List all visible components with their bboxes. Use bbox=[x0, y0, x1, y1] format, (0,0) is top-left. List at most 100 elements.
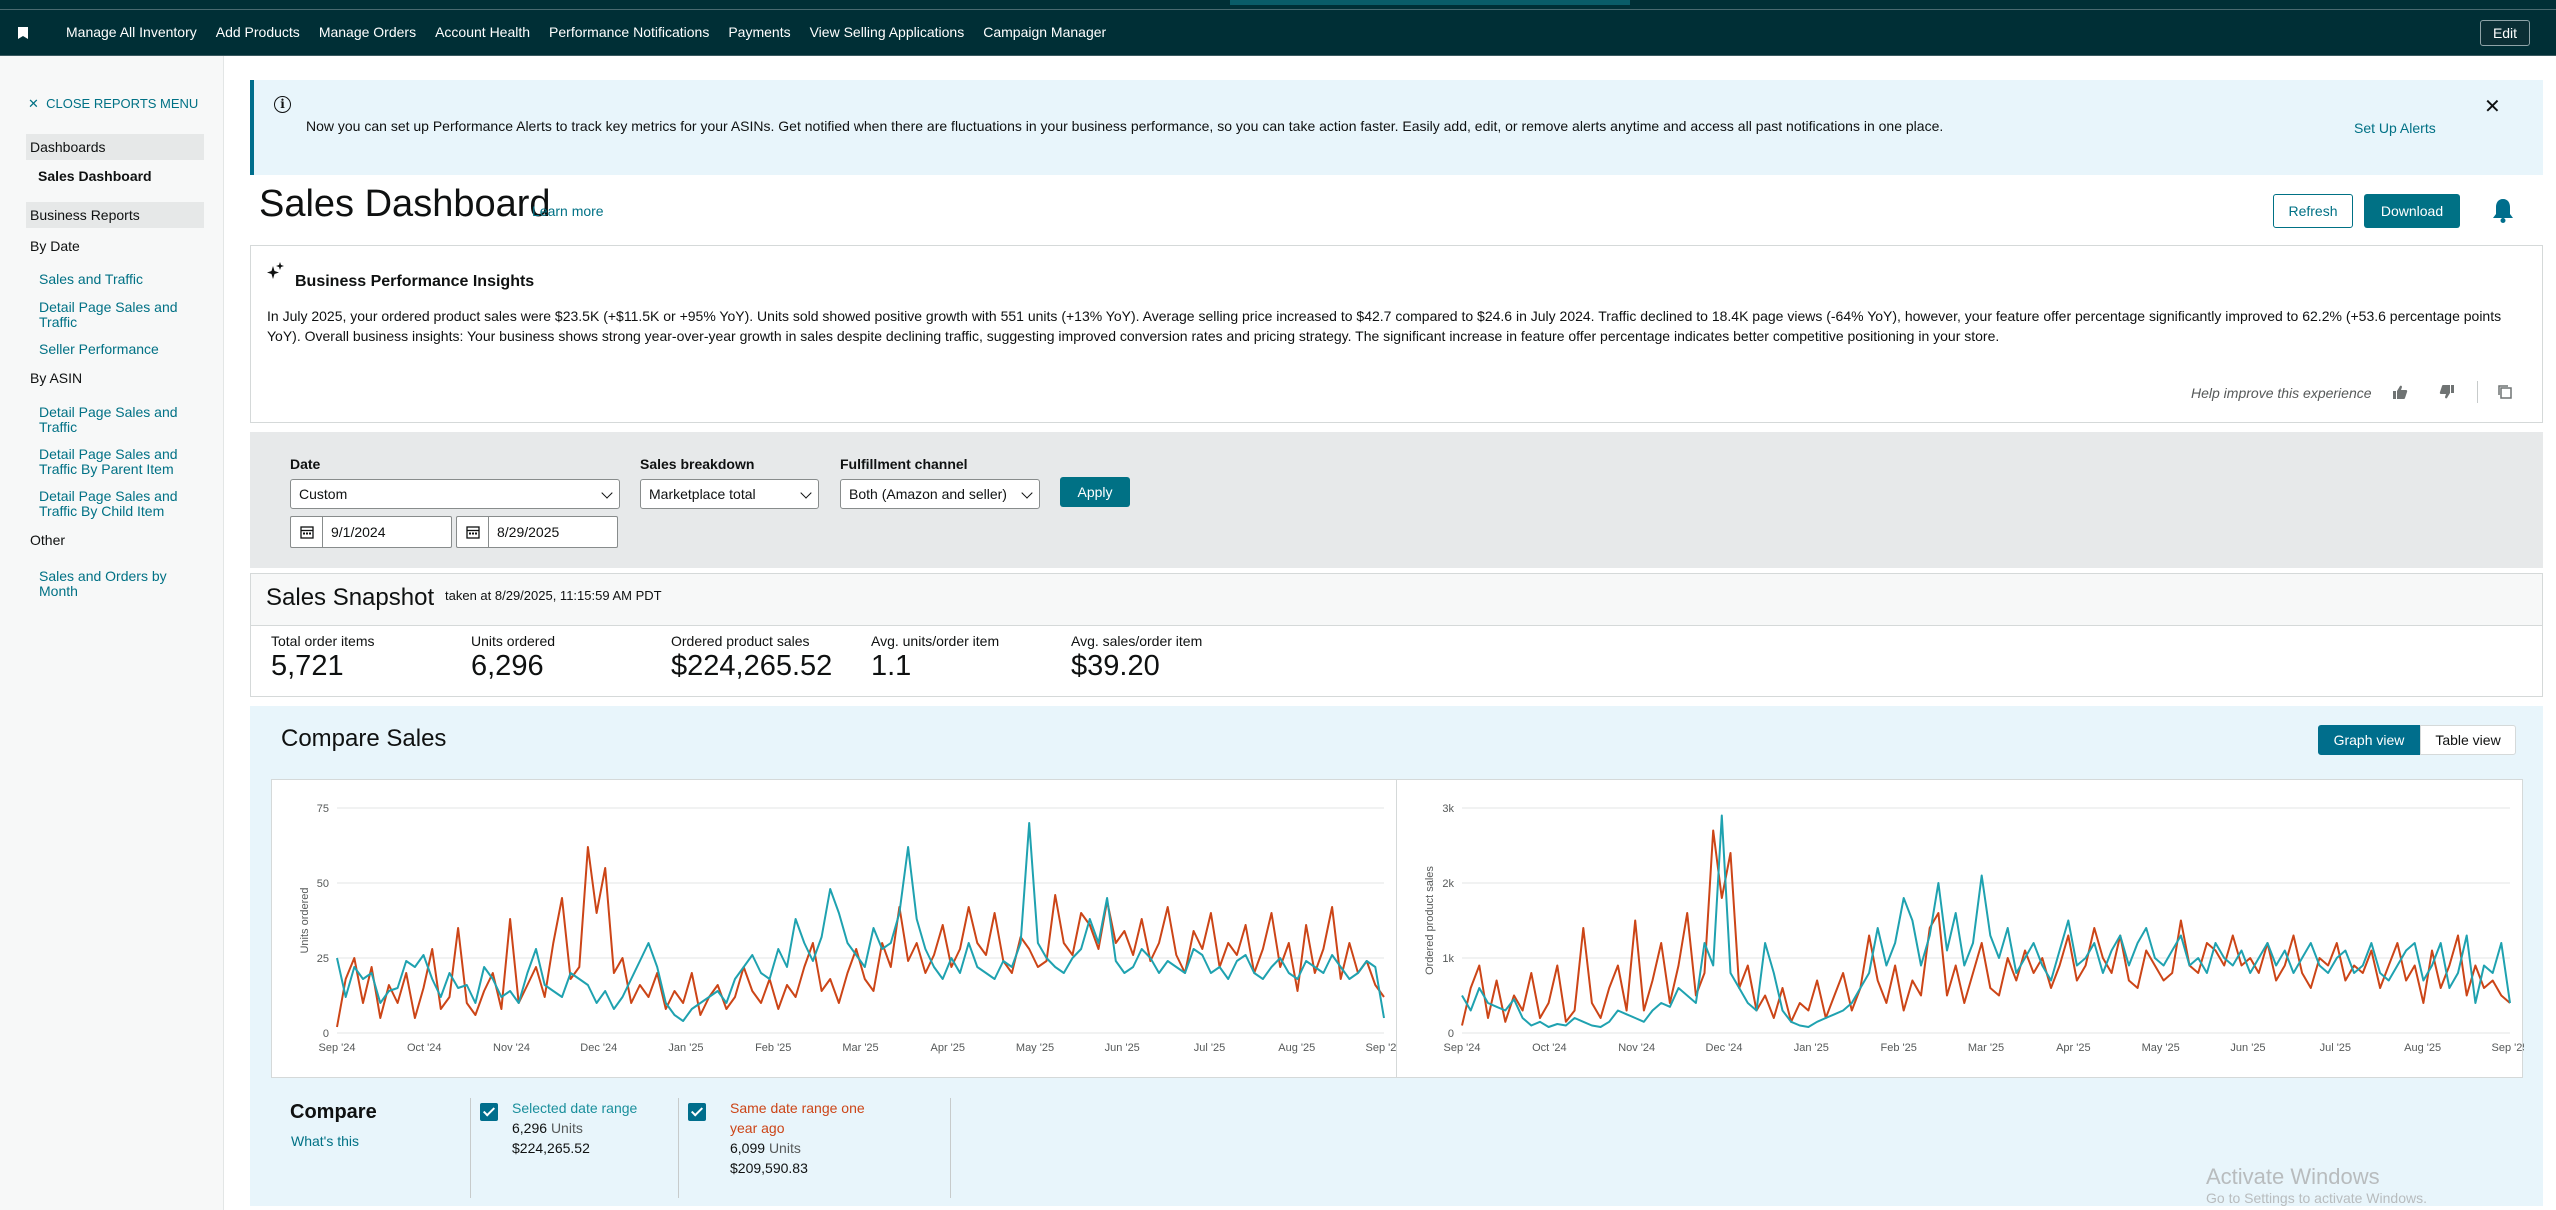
legend-divider bbox=[678, 1098, 679, 1198]
date-select-value: Custom bbox=[299, 486, 348, 502]
sidebar-link-sales-and-traffic[interactable]: Sales and Traffic bbox=[39, 272, 189, 287]
end-date-field[interactable]: 8/29/2025 bbox=[456, 516, 618, 548]
sidebar-group-by-date: By Date bbox=[30, 238, 80, 254]
graph-view-toggle[interactable]: Graph view bbox=[2318, 725, 2420, 755]
table-view-toggle[interactable]: Table view bbox=[2420, 725, 2516, 755]
prior-range-series-line bbox=[1461, 829, 2511, 1026]
units-chart-svg: 0 25 50 75 Units ordered Sep '24 Oct '24 Nov '2… bbox=[299, 803, 1398, 1054]
nav-payments[interactable]: Payments bbox=[728, 24, 790, 40]
prior-range-checkbox[interactable] bbox=[688, 1103, 706, 1121]
calendar-icon[interactable] bbox=[457, 517, 489, 547]
x-tick-label: Nov '24 bbox=[493, 1042, 530, 1054]
selected-range-series-line bbox=[1461, 814, 2511, 1028]
nav-manage-all-inventory[interactable]: Manage All Inventory bbox=[66, 24, 197, 40]
sales-snapshot: Sales Snapshot taken at 8/29/2025, 11:15… bbox=[250, 573, 2543, 697]
metric-label: Avg. units/order item bbox=[871, 633, 1000, 649]
nav-account-health[interactable]: Account Health bbox=[435, 24, 530, 40]
bookmark-icon[interactable] bbox=[18, 27, 28, 39]
copy-icon[interactable] bbox=[2497, 384, 2513, 400]
selected-range-checkbox[interactable] bbox=[480, 1103, 498, 1121]
close-reports-menu[interactable]: ✕ CLOSE REPORTS MENU bbox=[28, 96, 198, 112]
x-tick-label: Jul '25 bbox=[1194, 1042, 1225, 1054]
x-tick-label: Sep '25 bbox=[2492, 1042, 2524, 1054]
date-select[interactable]: Custom bbox=[290, 479, 620, 509]
ordered-sales-chart: 0 1k 2k 3k Ordered product sales Sep '24 Oct '… bbox=[1396, 779, 2524, 1078]
sidebar-link-asin-detail-page[interactable]: Detail Page Sales and Traffic bbox=[39, 405, 189, 435]
selected-range-units: 6,296 Units bbox=[512, 1118, 583, 1138]
x-tick-label: Mar '25 bbox=[1968, 1042, 2004, 1054]
nav-manage-orders[interactable]: Manage Orders bbox=[319, 24, 416, 40]
sparkle-icon bbox=[267, 262, 284, 279]
x-tick-label: May '25 bbox=[2142, 1042, 2180, 1054]
selected-units-value: 6,296 bbox=[512, 1120, 548, 1136]
help-improve-text: Help improve this experience bbox=[2191, 385, 2372, 401]
sidebar-item-sales-dashboard[interactable]: Sales Dashboard bbox=[38, 168, 152, 184]
y-tick-label: 75 bbox=[317, 803, 329, 815]
x-tick-label: Sep '24 bbox=[319, 1042, 356, 1054]
chevron-down-icon bbox=[601, 487, 613, 499]
nav-performance-notifications[interactable]: Performance Notifications bbox=[549, 24, 709, 40]
metric-ordered-product-sales: Ordered product sales $224,265.52 bbox=[671, 633, 832, 683]
set-up-alerts-link[interactable]: Set Up Alerts bbox=[2354, 120, 2436, 136]
sidebar-link-asin-by-child[interactable]: Detail Page Sales and Traffic By Child I… bbox=[39, 489, 189, 519]
metric-value: 5,721 bbox=[271, 650, 344, 682]
activate-windows-watermark: Activate Windows bbox=[2206, 1164, 2380, 1189]
y-tick-label: 2k bbox=[1442, 878, 1454, 890]
x-tick-label: Jan '25 bbox=[1794, 1042, 1829, 1054]
chevron-down-icon bbox=[1021, 487, 1033, 499]
sidebar-link-detail-page-sales-and-traffic[interactable]: Detail Page Sales and Traffic bbox=[39, 300, 189, 330]
units-ordered-chart: 0 25 50 75 Units ordered Sep '24 Oct '24 Nov '2… bbox=[271, 779, 1398, 1078]
reports-sidebar: ✕ CLOSE REPORTS MENU Dashboards Sales Da… bbox=[0, 56, 224, 1210]
sidebar-link-asin-by-parent[interactable]: Detail Page Sales and Traffic By Parent … bbox=[39, 447, 189, 477]
legend-divider bbox=[950, 1098, 951, 1198]
learn-more-link[interactable]: Learn more bbox=[532, 203, 604, 219]
compare-sales-title: Compare Sales bbox=[281, 725, 447, 752]
metric-label: Units ordered bbox=[471, 633, 556, 649]
chevron-down-icon bbox=[800, 487, 812, 499]
x-tick-label: Apr '25 bbox=[930, 1042, 965, 1054]
bell-icon[interactable] bbox=[2492, 197, 2514, 223]
sidebar-link-seller-performance[interactable]: Seller Performance bbox=[39, 342, 189, 357]
nav-campaign-manager[interactable]: Campaign Manager bbox=[983, 24, 1106, 40]
strip-highlight bbox=[1230, 0, 1630, 5]
start-date-value: 9/1/2024 bbox=[331, 524, 386, 540]
y-tick-label: 50 bbox=[317, 878, 329, 890]
y-tick-label: 0 bbox=[323, 1028, 329, 1040]
edit-button[interactable]: Edit bbox=[2480, 20, 2530, 46]
apply-button[interactable]: Apply bbox=[1060, 477, 1130, 507]
end-date-value: 8/29/2025 bbox=[497, 524, 560, 540]
page-title: Sales Dashboard bbox=[259, 183, 551, 225]
y-tick-label: 3k bbox=[1442, 803, 1454, 815]
breakdown-select[interactable]: Marketplace total bbox=[640, 479, 819, 509]
x-tick-label: Jan '25 bbox=[668, 1042, 703, 1054]
calendar-icon[interactable] bbox=[291, 517, 323, 547]
close-icon[interactable]: ✕ bbox=[2484, 94, 2501, 119]
x-tick-label: Nov '24 bbox=[1618, 1042, 1655, 1054]
refresh-button[interactable]: Refresh bbox=[2273, 194, 2353, 228]
nav-add-products[interactable]: Add Products bbox=[216, 24, 300, 40]
whats-this-link[interactable]: What's this bbox=[291, 1133, 359, 1149]
sidebar-link-sales-orders-by-month[interactable]: Sales and Orders by Month bbox=[39, 569, 189, 599]
fulfillment-label: Fulfillment channel bbox=[840, 456, 968, 472]
x-tick-label: May '25 bbox=[1016, 1042, 1054, 1054]
thumbs-up-icon[interactable] bbox=[2392, 384, 2408, 400]
download-button[interactable]: Download bbox=[2364, 194, 2460, 228]
sidebar-group-other: Other bbox=[30, 532, 66, 548]
y-tick-label: 1k bbox=[1442, 953, 1454, 965]
y-axis-label: Ordered product sales bbox=[1424, 866, 1436, 975]
metric-label: Ordered product sales bbox=[671, 633, 810, 649]
compare-legend: Compare What's this Selected date range … bbox=[250, 1086, 951, 1206]
fulfillment-select[interactable]: Both (Amazon and seller) bbox=[840, 479, 1040, 509]
info-icon: i bbox=[274, 96, 291, 113]
start-date-field[interactable]: 9/1/2024 bbox=[290, 516, 452, 548]
x-tick-label: Oct '24 bbox=[1532, 1042, 1567, 1054]
thumbs-down-icon[interactable] bbox=[2439, 384, 2455, 400]
performance-alert-banner: i Now you can set up Performance Alerts … bbox=[250, 80, 2543, 175]
x-tick-label: Aug '25 bbox=[2404, 1042, 2441, 1054]
activate-windows-subtext: Go to Settings to activate Windows. bbox=[2206, 1190, 2427, 1206]
x-tick-label: Jun '25 bbox=[1105, 1042, 1140, 1054]
nav-view-selling-applications[interactable]: View Selling Applications bbox=[810, 24, 965, 40]
main-nav: Manage All Inventory Add Products Manage… bbox=[66, 24, 1125, 40]
x-tick-label: Feb '25 bbox=[755, 1042, 791, 1054]
insights-body: In July 2025, your ordered product sales… bbox=[267, 308, 2502, 344]
